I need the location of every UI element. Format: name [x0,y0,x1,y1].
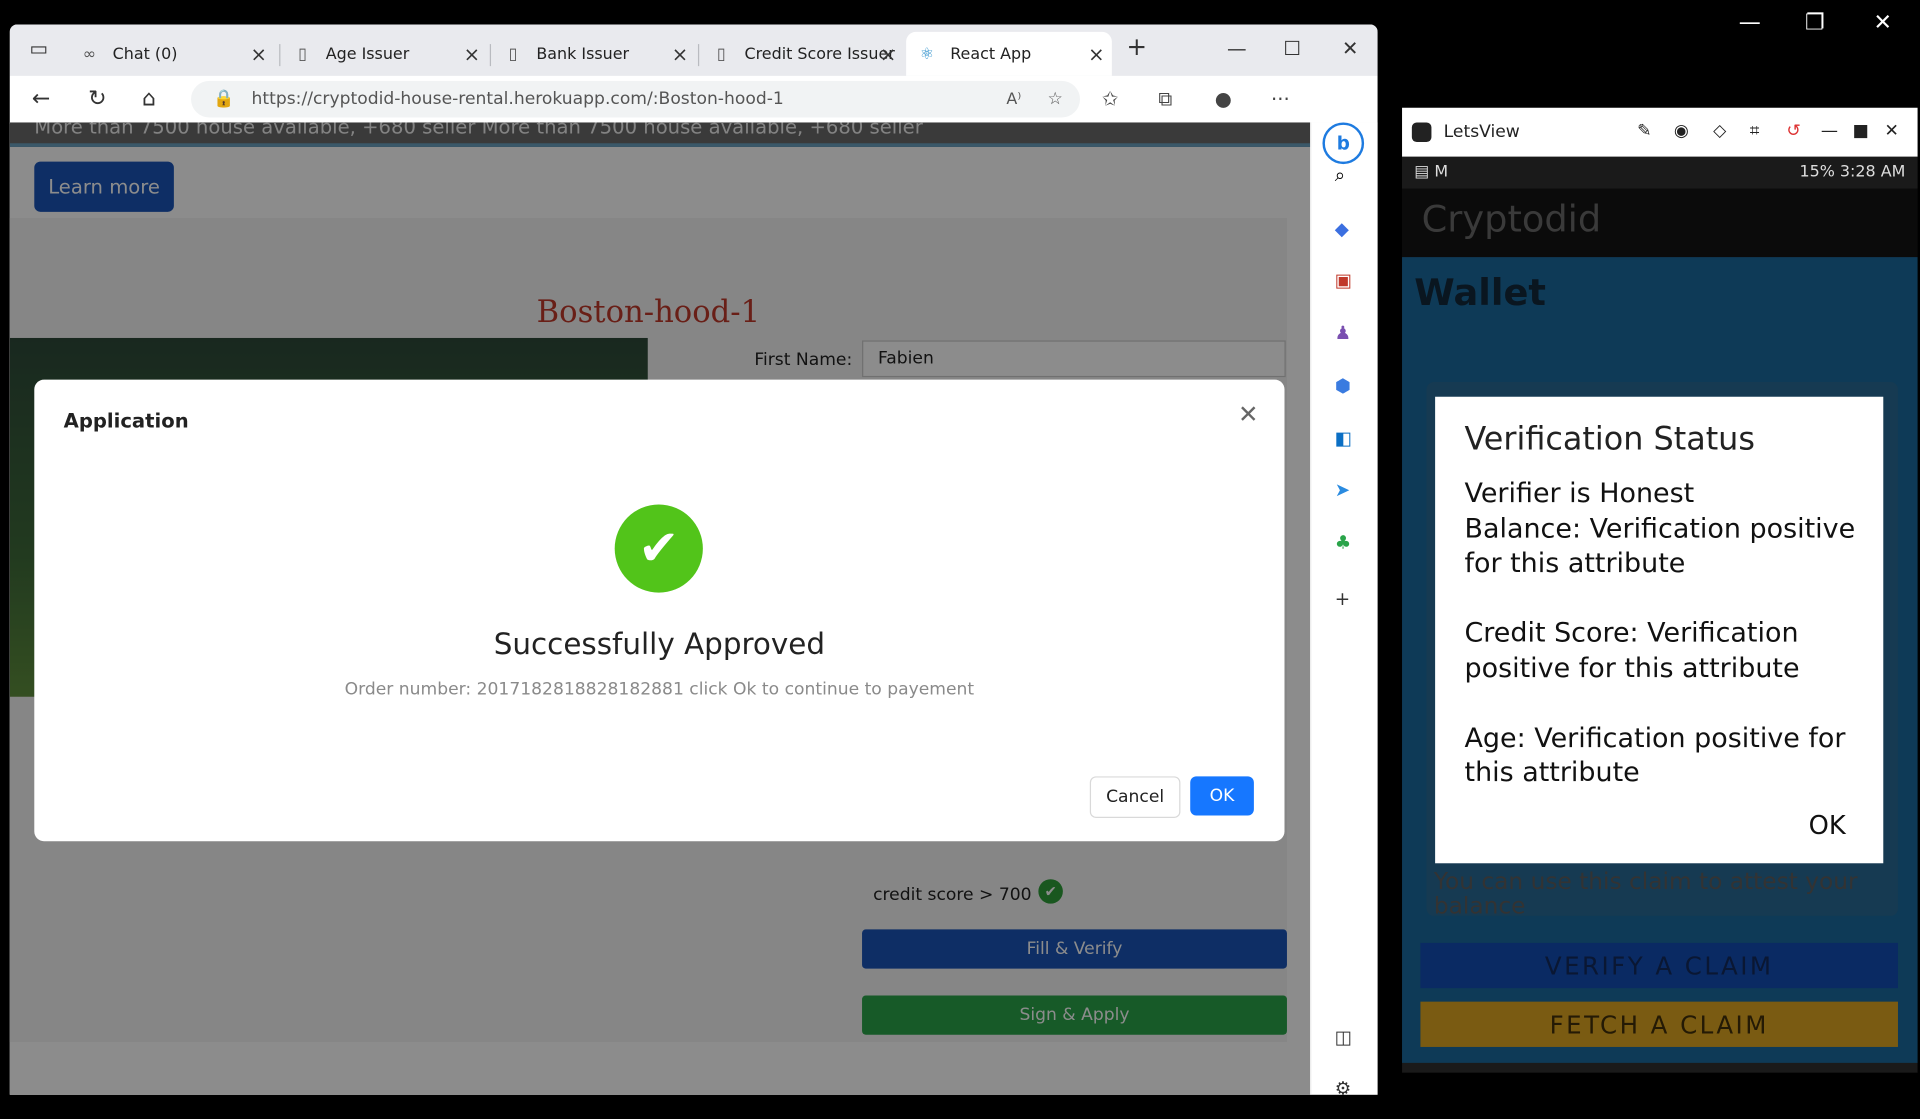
page-icon: ▯ [298,44,307,64]
status-notification-icons: ▤ M [1414,162,1449,182]
outlook-icon[interactable]: ◧ [1335,427,1352,449]
rotate-icon[interactable]: ↺ [1787,121,1801,141]
lv-close-icon[interactable]: ✕ [1885,121,1899,141]
brush-icon[interactable]: ✎ [1637,121,1651,141]
collections-icon[interactable]: ⧉ [1158,87,1172,111]
back-icon[interactable]: ← [32,86,50,112]
verification-ok-button[interactable]: OK [1809,811,1846,840]
crop-icon[interactable]: ⌗ [1750,121,1760,141]
infinity-icon: ∞ [82,44,97,64]
close-icon[interactable]: × [672,42,688,65]
verification-title: Verification Status [1464,421,1755,458]
favorite-add-icon[interactable]: ☆ [1047,89,1062,109]
tab-label: Bank Issuer [536,44,630,64]
tab-label: Credit Score Issuer [744,44,895,64]
address-bar-row: ← ↻ ⌂ 🔒 https://cryptodid-house-rental.h… [9,75,1378,124]
react-icon: ⚛ [919,44,935,64]
close-icon[interactable]: × [251,42,267,65]
success-check-icon: ✔ [614,504,703,593]
letsview-logo-icon [1411,122,1432,143]
lock-icon: 🔒 [213,89,235,109]
search-icon[interactable]: ⌕ [1335,164,1345,186]
more-icon[interactable]: ··· [1271,87,1290,110]
letsview-title: LetsView [1443,122,1520,143]
lv-minimize-icon[interactable]: — [1821,121,1838,141]
close-window-icon[interactable]: ✕ [1342,37,1358,60]
shopping-tag-icon[interactable]: ◆ [1335,218,1349,240]
letsview-titlebar: LetsView ✎ ◉ ◇ ⌗ ↺ — ■ ✕ [1402,107,1918,157]
tab-label: Chat (0) [112,44,178,64]
send-icon[interactable]: ➤ [1335,479,1350,501]
add-icon[interactable]: + [1335,588,1350,610]
app-name: Cryptodid [1421,198,1602,242]
tab-chat[interactable]: ∞ Chat (0) × [69,32,275,76]
settings-icon[interactable]: ⚙ [1335,1078,1351,1095]
maximize-icon[interactable]: ☐ [1283,37,1301,60]
close-icon[interactable]: ✕ [1238,399,1259,428]
modal-title: Application [63,408,189,433]
app-header: Cryptodid [1402,188,1918,258]
close-icon[interactable]: × [880,42,896,65]
ok-button[interactable]: OK [1190,776,1254,816]
fetch-claim-button[interactable]: FETCH A CLAIM [1420,1001,1898,1047]
page-icon: ▯ [508,44,518,64]
games-icon[interactable]: ♟ [1335,322,1351,344]
desktop-restore-icon[interactable]: ❐ [1805,10,1825,36]
favorites-icon[interactable]: ✩ [1102,87,1118,110]
page-icon: ▯ [716,44,726,64]
tab-strip: ▭ ∞ Chat (0) × ▯ Age Issuer × ▯ Bank Iss… [9,24,1378,76]
verification-dialog: Verification Status Verifier is Honest B… [1435,396,1884,864]
tab-bank-issuer[interactable]: ▯ Bank Issuer × [492,32,695,76]
close-icon[interactable]: × [1088,42,1104,65]
url-field[interactable]: 🔒 https://cryptodid-house-rental.herokua… [191,80,1081,118]
office-icon[interactable]: ⬢ [1335,375,1351,397]
letsview-window: LetsView ✎ ◉ ◇ ⌗ ↺ — ■ ✕ ▤ M 15% 3:28 AM… [1402,107,1918,1073]
edge-sidebar: b ⌕ ◆ ▣ ♟ ⬢ ◧ ➤ ♣ + ◫ ⚙ [1310,122,1378,1095]
read-aloud-icon[interactable]: A⁾ [1006,90,1021,108]
success-heading: Successfully Approved [493,626,826,662]
home-icon[interactable]: ⌂ [142,86,156,112]
verify-claim-button[interactable]: VERIFY A CLAIM [1420,942,1898,989]
new-tab-icon[interactable]: + [1127,32,1148,61]
tab-age-issuer[interactable]: ▯ Age Issuer × [282,32,488,76]
claim-text: You can use this claim to attest your ba… [1433,869,1858,919]
pin-icon[interactable]: ◇ [1713,121,1726,141]
phone-status-bar: ▤ M 15% 3:28 AM [1402,156,1918,189]
cancel-button[interactable]: Cancel [1089,776,1181,818]
refresh-icon[interactable]: ↻ [88,86,106,112]
close-icon[interactable]: × [464,42,480,65]
profile-icon[interactable]: ● [1215,87,1232,110]
desktop-close-icon[interactable]: ✕ [1873,10,1891,36]
tools-icon[interactable]: ▣ [1335,269,1352,291]
verification-body: Verifier is Honest Balance: Verification… [1464,478,1856,789]
application-modal: Application ✕ ✔ Successfully Approved Or… [34,379,1285,842]
bing-icon[interactable]: b [1322,122,1365,165]
sidebar-toggle-icon[interactable]: ◫ [1335,1026,1352,1048]
tab-label: React App [950,44,1032,64]
record-icon[interactable]: ◉ [1674,121,1689,141]
lv-maximize-icon[interactable]: ■ [1853,121,1869,141]
url-text: https://cryptodid-house-rental.herokuapp… [251,89,784,109]
minimize-icon[interactable]: — [1227,37,1247,60]
tab-label: Age Issuer [325,44,410,64]
tab-actions-icon[interactable]: ▭ [29,37,48,60]
tab-react-app[interactable]: ⚛ React App × [906,31,1112,76]
status-right: 15% 3:28 AM [1799,162,1906,182]
tab-credit-score-issuer[interactable]: ▯ Credit Score Issuer × [700,32,903,76]
tree-icon[interactable]: ♣ [1335,531,1351,553]
order-number-text: Order number: 2017182818828182881 click … [344,679,975,700]
desktop-minimize-icon[interactable]: — [1739,10,1761,36]
wallet-title: Wallet [1414,271,1546,315]
browser-window: ▭ ∞ Chat (0) × ▯ Age Issuer × ▯ Bank Iss… [9,24,1378,1095]
